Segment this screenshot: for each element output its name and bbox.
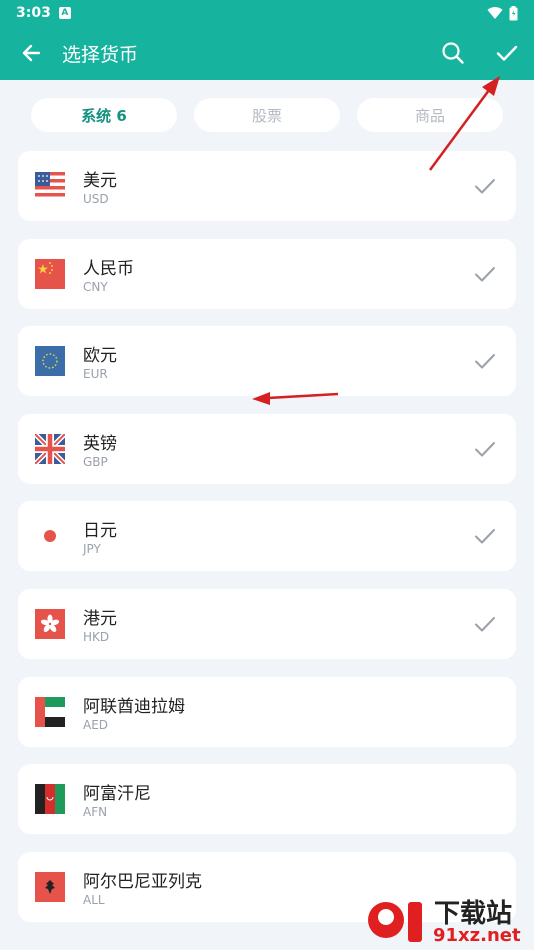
battery-icon — [509, 5, 518, 20]
search-icon — [442, 42, 464, 64]
notification-badge-icon: A — [58, 7, 71, 19]
currency-name: 美元 — [83, 171, 117, 191]
eu-flag-icon — [35, 346, 65, 377]
currency-name: 阿联酋迪拉姆 — [83, 696, 185, 717]
currency-code: USD — [83, 192, 109, 206]
currency-code: AED — [83, 717, 109, 732]
currency-list: 美元 USD 人民币 CNY 欧元 EUR 英镑 GBP 日元 JPY 港元 H… — [18, 151, 516, 939]
us-flag-icon — [35, 171, 65, 201]
currency-name: 日元 — [83, 521, 117, 542]
currency-item-usd[interactable]: 美元 USD — [18, 151, 516, 221]
cn-flag-icon — [35, 258, 65, 289]
checkmark-icon — [475, 441, 495, 457]
currency-code: AFN — [83, 805, 108, 820]
currency-item-aed[interactable]: 阿联酋迪拉姆 AED — [18, 676, 516, 747]
currency-item-hkd[interactable]: 港元 HKD — [18, 588, 516, 659]
jp-flag-icon — [35, 521, 65, 552]
back-arrow-icon — [22, 44, 41, 62]
category-tabs: 系统 6 股票 商品 — [31, 98, 503, 132]
checkmark-icon — [475, 179, 495, 194]
checkmark-icon — [475, 529, 495, 544]
check-icon — [496, 45, 518, 61]
ae-flag-icon — [35, 696, 65, 727]
currency-item-jpy[interactable]: 日元 JPY — [18, 501, 516, 572]
currency-name: 欧元 — [83, 346, 117, 367]
currency-item-afn[interactable]: 阿富汗尼 AFN — [18, 764, 516, 835]
gb-flag-icon — [35, 433, 65, 464]
currency-code: ALL — [83, 892, 105, 907]
confirm-button[interactable] — [480, 26, 534, 80]
af-flag-icon — [35, 784, 65, 815]
checkmark-icon — [475, 354, 495, 369]
wifi-icon — [487, 7, 503, 20]
currency-code: HKD — [83, 629, 110, 644]
currency-item-gbp[interactable]: 英镑 GBP — [18, 413, 516, 484]
status-time: 3:03 — [16, 5, 51, 21]
currency-item-eur[interactable]: 欧元 EUR — [18, 326, 516, 397]
currency-code: JPY — [83, 542, 101, 557]
currency-code: EUR — [83, 367, 108, 382]
status-bar: 3:03 A — [0, 0, 534, 26]
search-button[interactable] — [426, 26, 480, 80]
tab-commodities[interactable]: 商品 — [357, 98, 503, 132]
app-toolbar: 选择货币 — [0, 26, 534, 80]
currency-name: 英镑 — [83, 433, 117, 454]
currency-item-cny[interactable]: 人民币 CNY — [18, 238, 516, 309]
back-button[interactable] — [0, 26, 62, 80]
currency-code: GBP — [83, 454, 108, 469]
currency-name: 阿尔巴尼亚列克 — [83, 871, 202, 892]
page-title: 选择货币 — [62, 43, 139, 66]
currency-code: CNY — [83, 279, 108, 294]
watermark-url: 91xz.net — [433, 925, 521, 946]
tab-stocks[interactable]: 股票 — [194, 98, 340, 132]
status-icons — [487, 5, 518, 21]
currency-name: 人民币 — [83, 258, 134, 279]
hk-flag-icon — [35, 608, 65, 639]
checkmark-icon — [475, 616, 495, 632]
currency-name: 阿富汗尼 — [83, 784, 151, 805]
al-flag-icon — [35, 871, 65, 902]
tab-system[interactable]: 系统 6 — [31, 98, 177, 132]
currency-name: 港元 — [83, 608, 117, 629]
checkmark-icon — [475, 266, 495, 282]
